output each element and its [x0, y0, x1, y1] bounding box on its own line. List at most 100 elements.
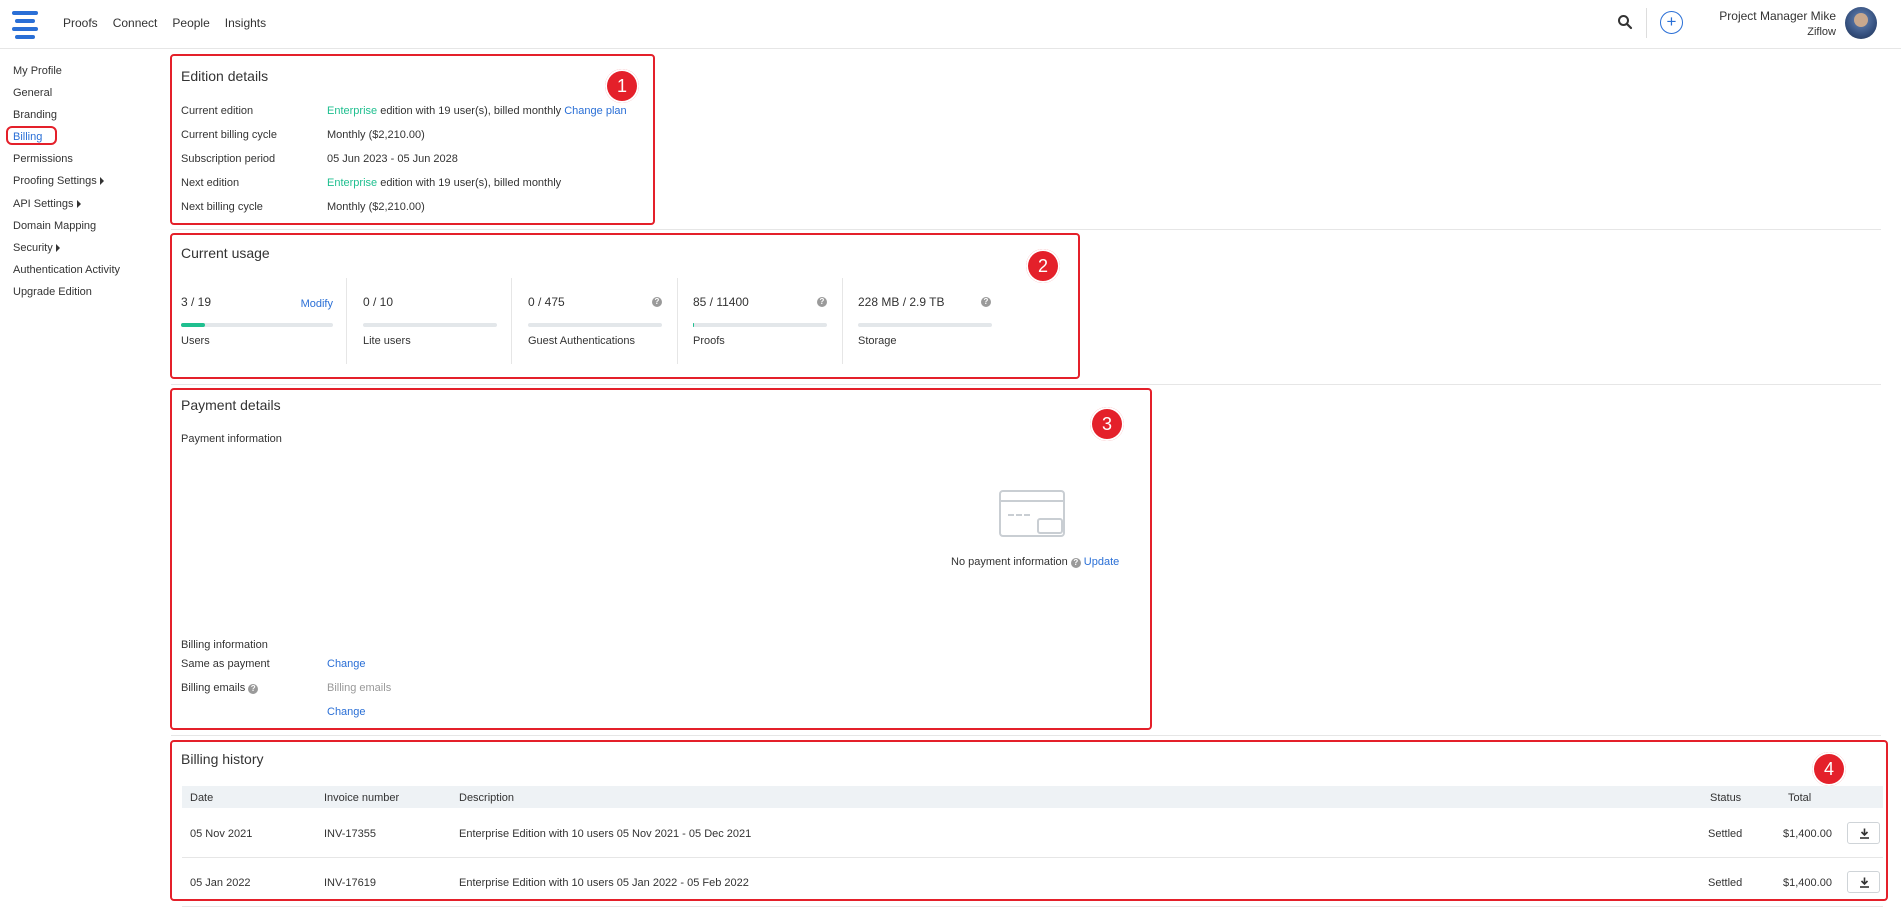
- usage-caption: Proofs: [693, 335, 725, 347]
- card-chip: [1037, 518, 1063, 534]
- help-icon[interactable]: ?: [248, 684, 259, 694]
- caret-right-icon: [55, 244, 60, 252]
- change-billing-emails-link[interactable]: Change: [327, 706, 366, 718]
- sidebar-item-security[interactable]: Security: [13, 242, 60, 254]
- help-icon[interactable]: ?: [817, 297, 827, 307]
- current-edition-value: Enterprise edition with 19 user(s), bill…: [327, 105, 627, 117]
- same-as-payment-label: Same as payment: [181, 658, 270, 670]
- download-button[interactable]: [1847, 871, 1880, 893]
- modify-link[interactable]: Modify: [301, 298, 333, 310]
- sidebar-item-permissions[interactable]: Permissions: [13, 153, 73, 165]
- update-link[interactable]: Update: [1084, 556, 1119, 568]
- sidebar-item-general[interactable]: General: [13, 87, 52, 99]
- usage-caption: Guest Authentications: [528, 335, 636, 347]
- sidebar-item-label: Proofing Settings: [13, 175, 97, 187]
- card-stripe: [1001, 500, 1063, 502]
- download-button[interactable]: [1847, 822, 1880, 844]
- edition-title: Edition details: [181, 68, 269, 84]
- history-title: Billing history: [181, 751, 264, 767]
- help-icon[interactable]: ?: [1070, 558, 1081, 568]
- row-description: Enterprise Edition with 10 users 05 Jan …: [459, 877, 749, 889]
- subscription-label: Subscription period: [181, 153, 276, 165]
- next-cycle-label: Next billing cycle: [181, 201, 263, 213]
- nav-connect[interactable]: Connect: [113, 16, 158, 30]
- row-date: 05 Jan 2022: [190, 877, 251, 889]
- help-icon[interactable]: ?: [652, 297, 662, 307]
- subscription-value: 05 Jun 2023 - 05 Jun 2028: [327, 153, 458, 165]
- change-billing-info-link[interactable]: Change: [327, 658, 366, 670]
- card-dashes: [1008, 514, 1030, 516]
- billing-info-label: Billing information: [181, 639, 268, 651]
- table-row: 05 Jan 2022 INV-17619 Enterprise Edition…: [182, 858, 1883, 907]
- col-status[interactable]: Status: [1710, 792, 1741, 804]
- usage-proofs: 85 / 11400 ? Proofs: [693, 280, 827, 368]
- sidebar-item-label: API Settings: [13, 198, 74, 210]
- usage-lite-users: 0 / 10 Lite users: [363, 280, 497, 368]
- section-divider: [171, 229, 1881, 230]
- usage-separator: [842, 278, 843, 364]
- top-divider: [1646, 8, 1647, 38]
- section-divider: [171, 735, 1881, 736]
- usage-separator: [346, 278, 347, 364]
- usage-guest-auth: 0 / 475 ? Guest Authentications: [528, 280, 662, 368]
- next-edition-value: Enterprise edition with 19 user(s), bill…: [327, 177, 561, 189]
- row-status: Settled: [1708, 877, 1743, 889]
- usage-separator: [511, 278, 512, 364]
- usage-bar: [363, 323, 497, 327]
- add-icon[interactable]: +: [1660, 11, 1683, 34]
- history-table-header: Date Invoice number Description Status T…: [182, 786, 1883, 808]
- usage-title: Current usage: [181, 245, 270, 261]
- nav-people[interactable]: People: [172, 16, 209, 30]
- annotation-badge-4: 4: [1812, 752, 1846, 786]
- usage-value: 3 / 19: [181, 295, 212, 309]
- col-total[interactable]: Total: [1788, 792, 1811, 804]
- sidebar-item-branding[interactable]: Branding: [13, 109, 57, 121]
- annotation-badge-1: 1: [605, 69, 639, 103]
- download-icon: [1860, 828, 1869, 839]
- next-cycle-value: Monthly ($2,210.00): [327, 201, 425, 213]
- billing-emails-value: Billing emails: [327, 682, 392, 694]
- col-invoice[interactable]: Invoice number: [324, 792, 399, 804]
- user-name[interactable]: Project Manager Mike: [1719, 9, 1836, 23]
- caret-right-icon: [99, 177, 104, 185]
- row-status: Settled: [1708, 828, 1743, 840]
- row-invoice: INV-17619: [324, 877, 376, 889]
- sidebar-item-label: Security: [13, 242, 53, 254]
- change-plan-link[interactable]: Change plan: [564, 105, 626, 117]
- no-payment-text: No payment information: [951, 556, 1068, 568]
- sidebar-item-api-settings[interactable]: API Settings: [13, 198, 81, 210]
- billing-cycle-value: Monthly ($2,210.00): [327, 129, 425, 141]
- usage-bar: [858, 323, 992, 327]
- sidebar-item-domain-mapping[interactable]: Domain Mapping: [13, 220, 96, 232]
- download-icon: [1860, 877, 1869, 888]
- avatar[interactable]: [1845, 7, 1877, 39]
- sidebar-item-authentication-activity[interactable]: Authentication Activity: [13, 264, 120, 276]
- sidebar-item-upgrade-edition[interactable]: Upgrade Edition: [13, 286, 92, 298]
- nav-proofs[interactable]: Proofs: [63, 16, 98, 30]
- col-date[interactable]: Date: [190, 792, 213, 804]
- col-description[interactable]: Description: [459, 792, 514, 804]
- billing-cycle-label: Current billing cycle: [181, 129, 277, 141]
- usage-caption: Lite users: [363, 335, 411, 347]
- usage-separator: [677, 278, 678, 364]
- top-bar: Proofs Connect People Insights + Project…: [0, 0, 1901, 49]
- row-invoice: INV-17355: [324, 828, 376, 840]
- usage-storage: 228 MB / 2.9 TB ? Storage: [858, 280, 992, 368]
- sidebar-item-proofing-settings[interactable]: Proofing Settings: [13, 175, 104, 187]
- annotation-badge-3: 3: [1090, 407, 1124, 441]
- help-icon[interactable]: ?: [981, 297, 991, 307]
- usage-caption: Users: [181, 335, 210, 347]
- ziflow-logo-icon[interactable]: [12, 11, 38, 39]
- usage-bar: [693, 323, 827, 327]
- main-nav: Proofs Connect People Insights: [63, 0, 266, 46]
- usage-caption: Storage: [858, 335, 897, 347]
- usage-bar: [528, 323, 662, 327]
- sidebar-item-my-profile[interactable]: My Profile: [13, 65, 62, 77]
- section-divider: [171, 384, 1881, 385]
- nav-insights[interactable]: Insights: [225, 16, 266, 30]
- search-icon[interactable]: [1617, 14, 1633, 30]
- current-edition-label: Current edition: [181, 105, 254, 117]
- usage-users: 3 / 19 Modify Users: [181, 280, 333, 368]
- billing-emails-label: Billing emails?: [181, 682, 261, 694]
- credit-card-icon: [999, 490, 1065, 537]
